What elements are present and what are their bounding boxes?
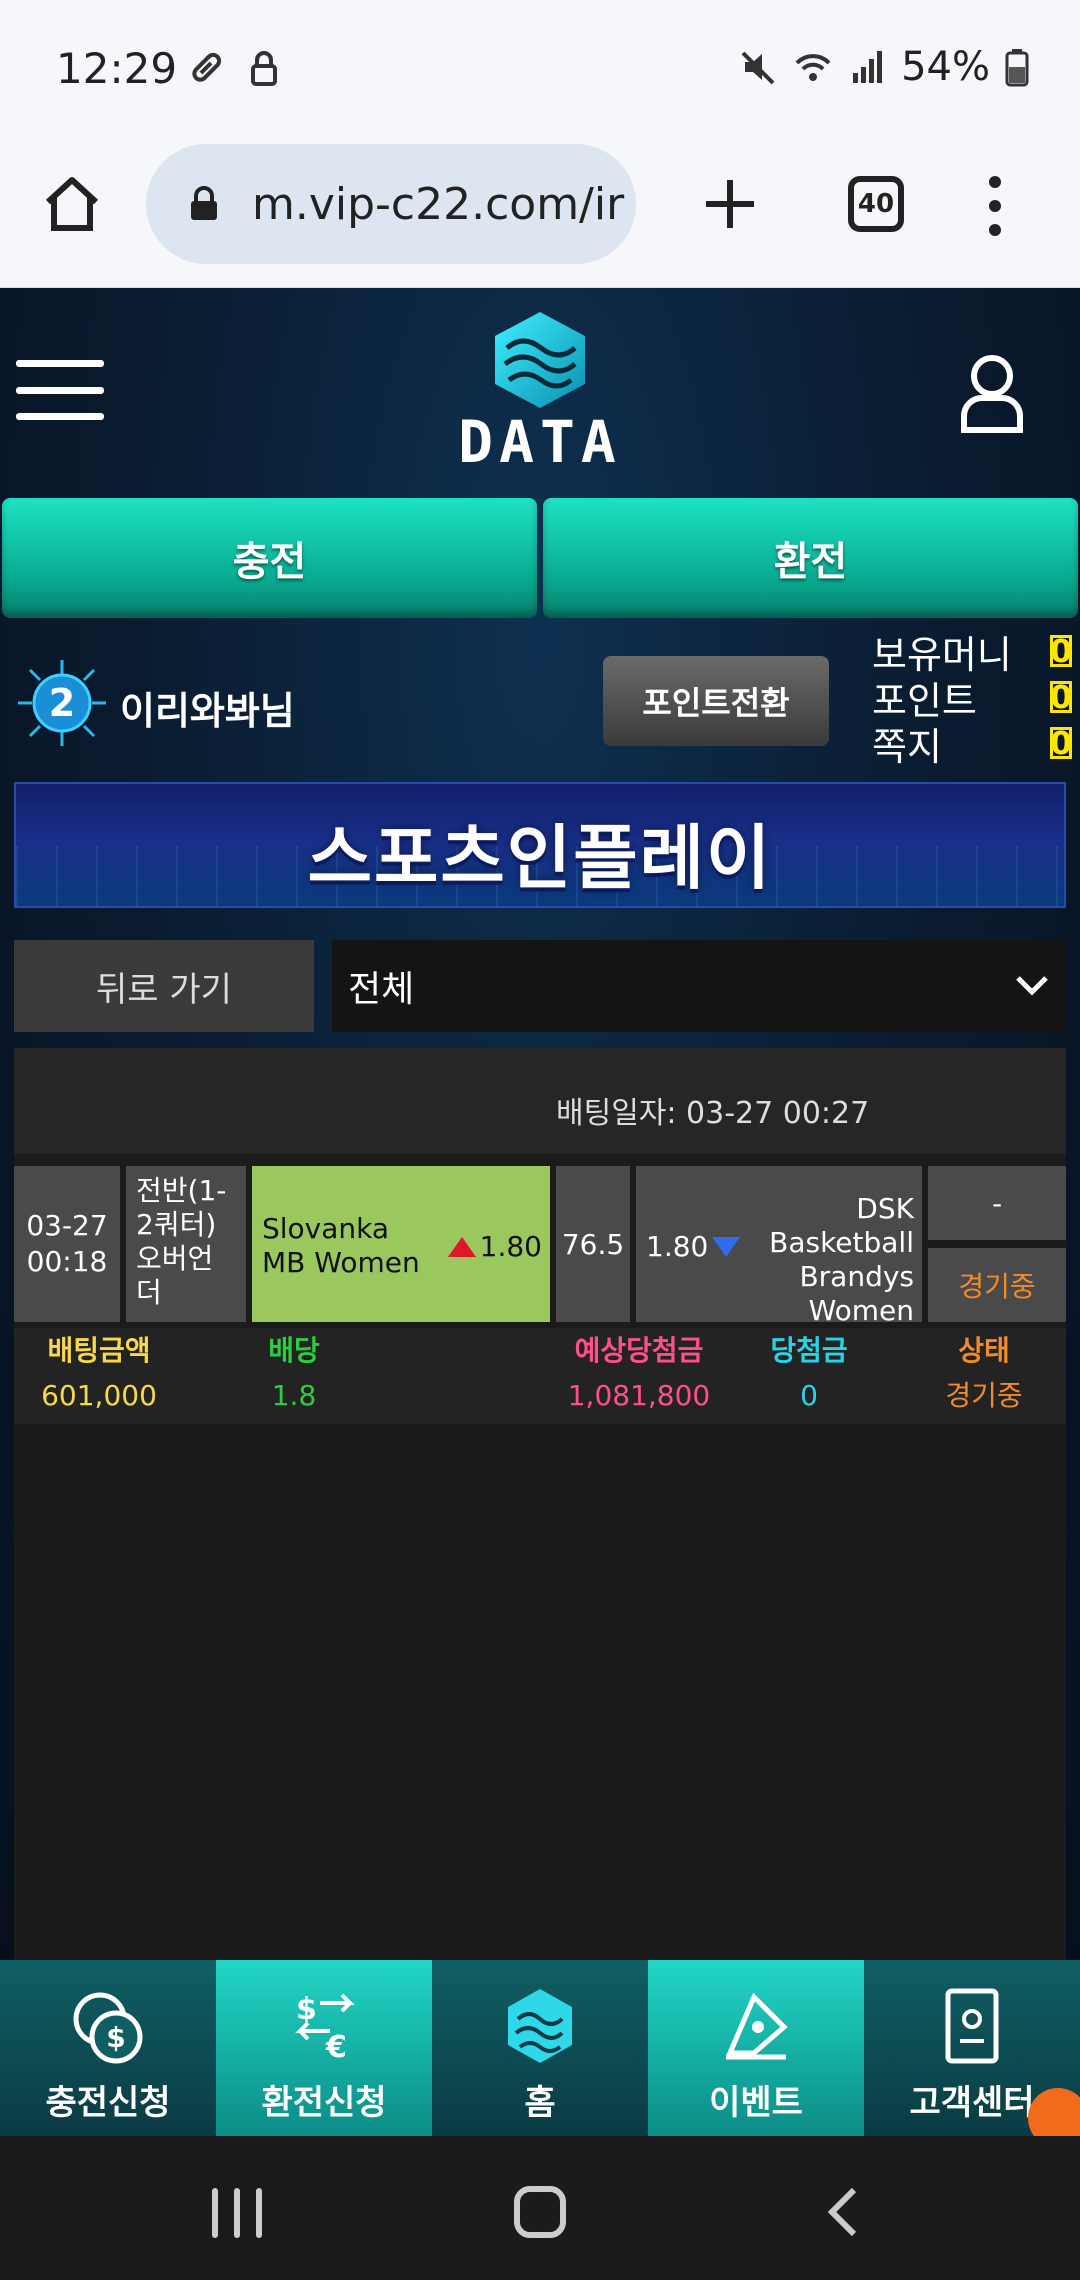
system-back-icon[interactable] bbox=[822, 2186, 862, 2238]
handicap-line: 76.5 bbox=[556, 1166, 630, 1322]
user-icon[interactable] bbox=[958, 350, 1026, 434]
status-value: 경기중 bbox=[945, 1379, 1023, 1412]
amount-value: 601,000 bbox=[41, 1379, 157, 1412]
system-nav-bar bbox=[0, 2136, 1080, 2280]
expected-value: 1,081,800 bbox=[567, 1379, 711, 1412]
nav-home[interactable]: 홈 bbox=[432, 1960, 648, 2136]
bet-summary: 배팅금액 601,000 배당 1.8 예상당첨금 1,081,800 당첨금 … bbox=[14, 1328, 1066, 1424]
status-time: 12:29 bbox=[56, 44, 178, 93]
arrow-down-icon bbox=[712, 1236, 741, 1257]
withdraw-button[interactable]: 환전 bbox=[543, 498, 1078, 618]
hamburger-menu-icon[interactable] bbox=[16, 360, 104, 420]
new-tab-icon[interactable] bbox=[700, 174, 760, 234]
game-result: - bbox=[928, 1166, 1066, 1240]
home-selection: Slovanka MB Women 1.80 bbox=[252, 1166, 550, 1322]
select-value: 전체 bbox=[348, 969, 415, 1010]
system-home-icon[interactable] bbox=[514, 2186, 566, 2238]
nav-withdraw-request[interactable]: $ € 환전신청 bbox=[216, 1960, 432, 2136]
chevron-down-icon bbox=[1016, 976, 1048, 996]
site-content: DATA 충전 환전 2 이리와봐님 포인트전환 보유머니 0 포인트 0 쪽지… bbox=[0, 288, 1080, 1960]
support-icon bbox=[945, 1988, 999, 2064]
nav-label: 충전신청 bbox=[45, 2083, 171, 2123]
home-team: Slovanka MB Women bbox=[262, 1212, 420, 1279]
mute-icon bbox=[741, 51, 775, 85]
battery-icon bbox=[1005, 49, 1029, 87]
game-status: 경기중 bbox=[928, 1248, 1066, 1322]
arrow-up-icon bbox=[447, 1236, 476, 1257]
bet-type: 전반(1-2쿼터) 오버언더 bbox=[126, 1166, 246, 1322]
bet-date: 배팅일자: 03-27 00:27 bbox=[556, 1096, 870, 1131]
battery-percent: 54% bbox=[901, 44, 990, 90]
lock-status-icon bbox=[251, 51, 277, 86]
site-logo[interactable]: DATA bbox=[440, 308, 640, 476]
level-badge: 2 bbox=[14, 658, 110, 748]
point-convert-button[interactable]: 포인트전환 bbox=[603, 656, 829, 746]
logo-text: DATA bbox=[458, 408, 622, 476]
expected-header: 예상당첨금 bbox=[574, 1334, 704, 1367]
balance-value: 0 bbox=[1049, 632, 1073, 670]
nav-event[interactable]: 이벤트 bbox=[648, 1960, 864, 2136]
game-time: 00:18 bbox=[26, 1245, 108, 1278]
nav-deposit-request[interactable]: $ 충전신청 bbox=[0, 1960, 216, 2136]
balance-money: 보유머니 0 bbox=[872, 628, 1073, 677]
category-select[interactable]: 전체 bbox=[332, 940, 1066, 1032]
balance-value: 0 bbox=[1049, 678, 1073, 716]
game-row: 03-27 00:18 전반(1-2쿼터) 오버언더 Slovanka MB W… bbox=[14, 1166, 1066, 1327]
home-icon[interactable] bbox=[40, 172, 104, 236]
nav-label: 환전신청 bbox=[261, 2083, 387, 2123]
wifi-icon bbox=[795, 54, 831, 81]
game-datetime: 03-27 00:18 bbox=[14, 1166, 120, 1322]
nav-label: 이벤트 bbox=[709, 2083, 803, 2123]
page-banner: 스포츠인플레이 bbox=[14, 782, 1066, 908]
username: 이리와봐님 bbox=[120, 689, 295, 733]
home-odds: 1.80 bbox=[479, 1230, 542, 1263]
odds-value: 1.8 bbox=[271, 1379, 317, 1412]
bet-date-row: 배팅일자: 03-27 00:27 bbox=[14, 1048, 1066, 1154]
coins-icon: $ bbox=[73, 1992, 143, 2064]
level-icon: 2 bbox=[18, 660, 106, 746]
filter-row: 뒤로 가기 전체 bbox=[14, 940, 1066, 1032]
bet-history-panel: 배팅일자: 03-27 00:27 03-27 00:18 전반(1-2쿼터) … bbox=[14, 1048, 1066, 1960]
balance-label: 쪽지 bbox=[872, 724, 942, 769]
back-button[interactable]: 뒤로 가기 bbox=[14, 940, 314, 1032]
balance-value: 0 bbox=[1049, 724, 1073, 762]
svg-text:$: $ bbox=[106, 2021, 125, 2054]
url-text: m.vip-c22.com/ir bbox=[252, 178, 625, 230]
signal-icon bbox=[853, 51, 883, 83]
balance-messages[interactable]: 쪽지 0 bbox=[872, 720, 1073, 769]
win-value: 0 bbox=[800, 1379, 818, 1412]
away-selection: 1.80 DSK Basketball Brandys Women bbox=[636, 1166, 922, 1327]
amount-header: 배팅금액 bbox=[47, 1334, 151, 1367]
level-number: 2 bbox=[49, 681, 75, 725]
balance-points: 포인트 0 bbox=[872, 674, 1073, 723]
menu-icon[interactable] bbox=[980, 176, 1010, 236]
win-header: 당첨금 bbox=[770, 1334, 848, 1367]
exchange-icon: $€ bbox=[295, 1992, 355, 2065]
balance-list: 보유머니 0 포인트 0 쪽지 0 bbox=[872, 628, 1073, 769]
away-odds: 1.80 bbox=[646, 1230, 709, 1263]
nav-support[interactable]: 고객센터 bbox=[864, 1960, 1080, 2148]
recents-icon[interactable] bbox=[212, 2188, 262, 2238]
pill-icon bbox=[192, 52, 222, 82]
odds-header: 배당 bbox=[268, 1334, 320, 1367]
status-bar: 12:29 54% bbox=[0, 0, 1080, 140]
nav-label: 고객센터 bbox=[909, 2083, 1035, 2123]
address-bar[interactable]: m.vip-c22.com/ir bbox=[146, 144, 636, 264]
nav-label: 홈 bbox=[524, 2083, 556, 2123]
page-title: 스포츠인플레이 bbox=[307, 817, 773, 899]
logo-icon bbox=[495, 312, 585, 408]
browser-toolbar: m.vip-c22.com/ir 40 bbox=[0, 140, 1080, 288]
lock-icon bbox=[191, 186, 217, 220]
svg-text:€: € bbox=[325, 2030, 347, 2065]
logo-icon bbox=[508, 1989, 572, 2063]
game-date: 03-27 bbox=[26, 1209, 108, 1242]
bottom-nav: $ 충전신청 $ € 환전신청 홈 이벤트 고객센터 bbox=[0, 1960, 1080, 2148]
away-team: DSK Basketball Brandys Women bbox=[769, 1192, 914, 1327]
deposit-button[interactable]: 충전 bbox=[2, 498, 537, 618]
tab-switcher-button[interactable]: 40 bbox=[848, 176, 904, 232]
status-header: 상태 bbox=[958, 1334, 1010, 1367]
event-icon bbox=[726, 1992, 788, 2060]
